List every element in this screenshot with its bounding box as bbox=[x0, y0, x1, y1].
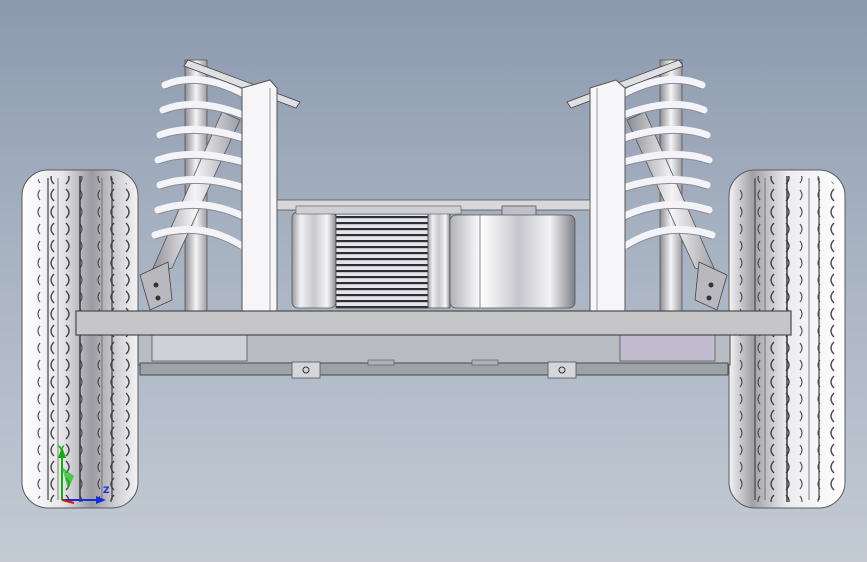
electric-motor bbox=[291, 205, 576, 309]
right-tire bbox=[728, 169, 846, 509]
suspension-assembly-model: Y Z bbox=[21, 59, 846, 509]
main-frame-beam bbox=[75, 310, 792, 336]
left-tire bbox=[21, 169, 139, 509]
triad-z-label: Z bbox=[103, 486, 110, 496]
left-upright-post bbox=[241, 79, 278, 313]
right-upright-post bbox=[589, 79, 626, 313]
cad-viewport[interactable]: Y Z bbox=[0, 0, 867, 562]
triad-y-label: Y bbox=[57, 445, 65, 455]
lower-crossmember bbox=[137, 334, 731, 379]
